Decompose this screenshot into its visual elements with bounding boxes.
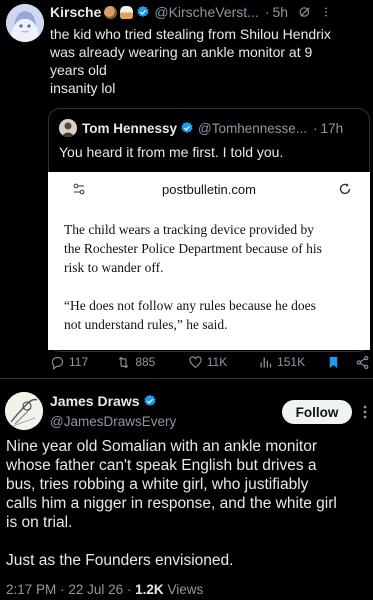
more-options-icon[interactable] — [320, 5, 332, 19]
author-name[interactable]: James Draws — [50, 393, 140, 409]
tweet-text-line: was already wearing an ankle monitor at … — [50, 44, 313, 60]
verified-badge-icon — [137, 5, 149, 17]
tweet-divider — [0, 378, 373, 379]
grok-icon[interactable] — [298, 5, 312, 19]
verified-badge-icon — [143, 394, 156, 406]
person-avatar-icon — [59, 119, 77, 137]
tweet-text-line: Nine year old Somalian with an ankle mon… — [6, 438, 318, 455]
author-handle[interactable]: @JamesDrawsEvery — [50, 414, 176, 429]
tweet-text-line: whose father can't speak English but dri… — [6, 457, 317, 474]
post-date[interactable]: 22 Jul 26 — [68, 582, 123, 597]
article-line: risk to wander off. — [64, 260, 164, 275]
author-handle[interactable]: @KirscheVerst... — [154, 4, 258, 20]
article-line: the Rochester Police Department because … — [64, 241, 322, 256]
verified-badge-icon — [181, 121, 193, 133]
tweet-text-line: Just as the Founders envisioned. — [6, 552, 234, 569]
avatar[interactable] — [5, 392, 43, 430]
timestamp[interactable]: 5h — [273, 4, 289, 20]
heart-icon — [189, 355, 202, 368]
tweet-text-line: years old — [50, 62, 107, 78]
article-paragraph: The child wears a tracking device provid… — [64, 220, 360, 277]
article-screenshot[interactable]: postbulletin.com The child wears a track… — [48, 172, 370, 350]
bookmark-button[interactable] — [326, 355, 341, 370]
separator-dot: · — [126, 582, 132, 597]
cookie-emoji-icon — [104, 5, 118, 19]
analytics-icon — [260, 357, 272, 367]
repost-count: 885 — [135, 355, 156, 369]
repost-button[interactable]: 885 — [116, 355, 181, 370]
tweet-text: the kid who tried stealing from Shilou H… — [50, 25, 368, 97]
share-button[interactable] — [355, 355, 370, 370]
reply-icon — [51, 356, 64, 370]
sketch-avatar-icon — [5, 392, 43, 430]
share-icon — [356, 355, 369, 369]
article-line: not understand rules,” he said. — [64, 317, 228, 332]
tweet-actions: 117 885 11K 151K — [50, 352, 370, 372]
cupcake-emoji-icon — [120, 5, 134, 19]
tweet-meta: 2:17 PM · 22 Jul 26 · 1.2K Views — [6, 582, 203, 597]
follow-button[interactable]: Follow — [282, 400, 352, 424]
separator-dot: · — [60, 582, 65, 597]
reply-button[interactable]: 117 — [50, 355, 102, 370]
anime-avatar-icon — [6, 4, 44, 42]
tweet-text-line: is on trial. — [6, 514, 73, 531]
tweet-james-draws[interactable]: James Draws @JamesDrawsEvery Follow Nine… — [0, 380, 373, 600]
like-count: 11K — [206, 355, 228, 369]
quoted-tweet-header: Tom Hennessy @Tomhennesse... · 17h — [59, 119, 363, 137]
separator-dot: · — [264, 4, 270, 20]
reply-count: 117 — [69, 355, 89, 369]
more-options-icon[interactable] — [360, 404, 370, 420]
url-text: postbulletin.com — [162, 181, 256, 197]
like-button[interactable]: 11K — [188, 355, 240, 370]
avatar[interactable] — [6, 4, 44, 42]
views-label: Views — [167, 582, 204, 597]
author-name-row: James Draws — [50, 393, 157, 409]
site-settings-icon — [73, 183, 85, 195]
post-time[interactable]: 2:17 PM — [6, 582, 56, 597]
tweet-header: Kirsche @KirscheVerst... · 5h — [50, 3, 369, 21]
repost-icon — [119, 356, 129, 368]
quoted-author-handle: @Tomhennesse... — [198, 120, 308, 136]
quoted-avatar — [59, 119, 77, 137]
tweet-kirsche[interactable]: Kirsche @KirscheVerst... · 5h the kid wh… — [0, 0, 373, 370]
views-count: 151K — [277, 355, 306, 369]
author-name[interactable]: Kirsche — [50, 4, 101, 20]
views-button[interactable]: 151K — [258, 355, 316, 370]
bookmark-icon — [329, 356, 338, 368]
browser-url-bar: postbulletin.com — [48, 172, 370, 206]
quoted-timestamp: 17h — [320, 120, 344, 136]
quoted-author-name: Tom Hennessy — [82, 120, 178, 136]
article-line: The child wears a tracking device provid… — [64, 222, 315, 237]
article-line: “He does not follow any rules because he… — [64, 298, 316, 313]
article-paragraph: “He does not follow any rules because he… — [64, 296, 360, 334]
tweet-text-line: the kid who tried stealing from Shilou H… — [50, 26, 331, 42]
reload-icon — [339, 183, 351, 195]
views-count: 1.2K — [135, 582, 164, 597]
quoted-tweet-text: You heard it from me first. I told you. — [59, 144, 284, 160]
separator-dot: · — [313, 120, 318, 136]
tweet-text-line: calls him a nigger in response, and the … — [6, 495, 337, 512]
tweet-text-line: insanity lol — [50, 80, 116, 96]
tweet-text: Nine year old Somalian with an ankle mon… — [6, 437, 370, 570]
tweet-text-line: bus, tries robbing a white girl, who jus… — [6, 476, 309, 493]
